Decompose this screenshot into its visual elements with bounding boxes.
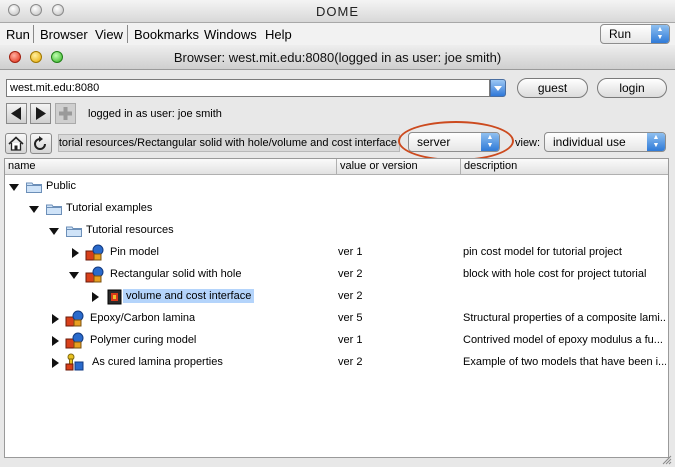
login-button[interactable]: login <box>597 78 667 98</box>
description-cell: Example of two models that have been i..… <box>463 356 666 368</box>
version-cell: ver 1 <box>338 246 363 258</box>
login-status-text: logged in as user: joe smith <box>88 108 222 120</box>
table-row-selected[interactable]: volume and cost interface ver 2 <box>5 286 668 308</box>
version-cell: ver 1 <box>338 334 363 346</box>
collapse-triangle-icon[interactable] <box>49 228 59 235</box>
tree-label: Tutorial examples <box>66 202 153 214</box>
refresh-icon <box>34 136 46 150</box>
menu-help[interactable]: Help <box>265 27 292 42</box>
version-cell: ver 2 <box>338 290 363 302</box>
version-cell: ver 5 <box>338 312 363 324</box>
table-row[interactable]: Rectangular solid with hole ver 2 block … <box>5 264 668 286</box>
chevron-down-icon <box>494 86 502 91</box>
resize-grip-icon[interactable] <box>660 453 672 465</box>
table-row[interactable]: Tutorial examples <box>5 198 668 220</box>
folder-icon <box>26 182 42 193</box>
menu-view[interactable]: View <box>95 27 123 42</box>
description-cell: Structural properties of a composite lam… <box>463 312 666 324</box>
view-select-value: individual use <box>553 135 626 149</box>
tree-label: Tutorial resources <box>86 224 174 236</box>
description-cell: block with hole cost for project tutoria… <box>463 268 647 280</box>
menu-windows[interactable]: Windows <box>204 27 257 42</box>
updown-arrows-icon: ▲ ▼ <box>651 25 669 43</box>
back-button[interactable] <box>6 103 27 124</box>
run-select-value: Run <box>609 27 632 41</box>
table-row[interactable]: Epoxy/Carbon lamina ver 5 Structural pro… <box>5 308 668 330</box>
expand-triangle-icon[interactable] <box>52 358 59 368</box>
browser-title: Browser: west.mit.edu:8080(logged in as … <box>173 50 502 65</box>
home-button[interactable] <box>5 133 27 154</box>
expand-triangle-icon[interactable] <box>52 336 59 346</box>
run-select[interactable]: Run ▲ ▼ <box>600 24 670 44</box>
updown-arrows-icon: ▲ ▼ <box>647 133 665 151</box>
tree-label: Pin model <box>110 246 159 258</box>
tree-label: Public <box>46 180 76 192</box>
collapse-triangle-icon[interactable] <box>9 184 19 191</box>
menu-browser[interactable]: Browser <box>40 27 88 42</box>
version-cell: ver 2 <box>338 356 363 368</box>
menu-divider <box>33 25 34 43</box>
table-row[interactable]: As cured lamina properties ver 2 Example… <box>5 352 668 374</box>
view-select[interactable]: individual use ▲ ▼ <box>544 132 666 152</box>
refresh-button[interactable] <box>30 133 52 154</box>
expand-triangle-icon[interactable] <box>52 314 59 324</box>
highlight-annotation-oval <box>398 121 514 161</box>
tree-label: Epoxy/Carbon lamina <box>90 312 196 324</box>
model-icon <box>65 310 84 327</box>
server-url-input[interactable] <box>6 79 490 97</box>
table-row[interactable]: Polymer curing model ver 1 Contrived mod… <box>5 330 668 352</box>
current-path-text: tutorial resources/Rectangular solid wit… <box>58 137 397 149</box>
folder-icon <box>66 226 82 237</box>
back-arrow-icon <box>11 107 21 120</box>
collapse-triangle-icon[interactable] <box>29 206 39 213</box>
tree-label: volume and cost interface <box>123 289 255 303</box>
forward-button[interactable] <box>30 103 51 124</box>
model-tree-table: name value or version description Public… <box>4 158 669 458</box>
description-cell: Contrived model of epoxy modulus a fu... <box>463 334 663 346</box>
folder-icon <box>46 204 62 215</box>
view-label: view: <box>515 137 541 149</box>
table-row[interactable]: Public <box>5 176 668 198</box>
forward-arrow-icon <box>36 107 46 120</box>
model-icon <box>85 244 104 261</box>
model-icon <box>65 332 84 349</box>
plus-icon <box>59 107 72 120</box>
guest-button[interactable]: guest <box>517 78 588 98</box>
version-cell: ver 2 <box>338 268 363 280</box>
current-path-field[interactable]: tutorial resources/Rectangular solid wit… <box>58 134 400 152</box>
menu-bookmarks[interactable]: Bookmarks <box>134 27 199 42</box>
url-dropdown-button[interactable] <box>490 79 506 97</box>
model-icon <box>85 266 104 283</box>
menu-divider <box>127 25 128 43</box>
browser-title-bar: Browser: west.mit.edu:8080(logged in as … <box>0 45 675 70</box>
app-title: DOME <box>316 4 359 19</box>
app-title-bar: DOME <box>0 0 675 23</box>
tree-label: Rectangular solid with hole <box>110 268 242 280</box>
menu-run[interactable]: Run <box>6 27 30 42</box>
tree-label: As cured lamina properties <box>92 356 223 368</box>
description-cell: pin cost model for tutorial project <box>463 246 622 258</box>
expand-triangle-icon[interactable] <box>92 292 99 302</box>
table-row[interactable]: Pin model ver 1 pin cost model for tutor… <box>5 242 668 264</box>
add-button[interactable] <box>55 103 76 124</box>
home-icon <box>8 136 24 151</box>
expand-triangle-icon[interactable] <box>72 248 79 258</box>
tree-label: Polymer curing model <box>90 334 197 346</box>
interface-icon <box>107 289 122 305</box>
project-icon <box>65 353 84 371</box>
column-header-version[interactable]: value or version <box>337 159 461 175</box>
table-row[interactable]: Tutorial resources <box>5 220 668 242</box>
column-header-name[interactable]: name <box>5 159 337 175</box>
menu-bar: Run Browser View Bookmarks Windows Help … <box>0 23 675 46</box>
collapse-triangle-icon[interactable] <box>69 272 79 279</box>
column-header-description[interactable]: description <box>461 159 668 175</box>
